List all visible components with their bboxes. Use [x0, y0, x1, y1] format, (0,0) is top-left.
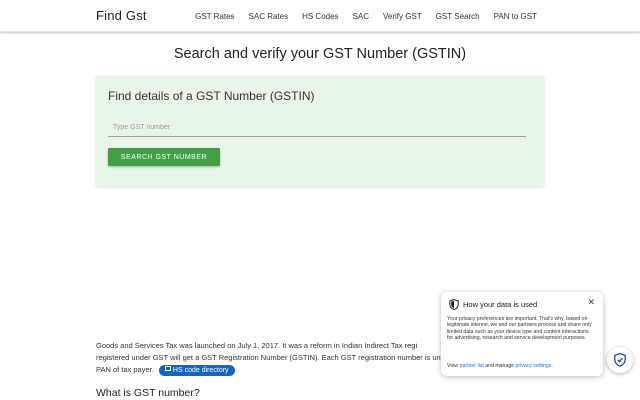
links-suffix: .: [551, 363, 553, 369]
nav-links: GST Rates SAC Rates HS Codes SAC Verify …: [188, 0, 544, 32]
partner-list-link[interactable]: partner list: [460, 363, 484, 369]
page-title: Search and verify your GST Number (GSTIN…: [173, 46, 467, 62]
intro-line-3: PAN of tax payer.: [96, 365, 154, 374]
site-brand[interactable]: Find Gst: [96, 8, 147, 23]
privacy-settings-link[interactable]: privacy settings: [516, 363, 552, 369]
hs-code-directory-chip[interactable]: HS code directory: [158, 364, 235, 376]
nav-link-pan-to-gst[interactable]: PAN to GST: [487, 12, 544, 21]
links-middle: and manage: [483, 363, 516, 369]
nav-link-gst-rates[interactable]: GST Rates: [188, 12, 241, 21]
nav-link-gst-search[interactable]: GST Search: [429, 12, 487, 21]
section-heading: What is GST number?: [96, 387, 200, 399]
privacy-links: View partner list and manage privacy set…: [447, 363, 553, 369]
privacy-popup: How your data is used ✕ Your privacy pre…: [441, 292, 603, 376]
nav-link-hs-codes[interactable]: HS Codes: [295, 12, 345, 21]
intro-line-1: Goods and Services Tax was launched on J…: [96, 341, 418, 350]
table-icon: [164, 366, 171, 372]
gst-number-input[interactable]: [108, 119, 526, 137]
links-prefix: View: [447, 363, 460, 369]
card-title: Find details of a GST Number (GSTIN): [108, 89, 315, 103]
close-icon[interactable]: ✕: [587, 297, 595, 307]
nav-link-verify-gst[interactable]: Verify GST: [376, 12, 429, 21]
gst-search-card: Find details of a GST Number (GSTIN) SEA…: [96, 76, 544, 186]
privacy-title: How your data is used: [463, 300, 538, 309]
privacy-text: Your privacy preferences are important. …: [447, 316, 592, 341]
chip-label: HS code directory: [172, 366, 229, 374]
shield-check-icon: [614, 353, 626, 367]
nav-link-sac[interactable]: SAC: [346, 12, 376, 21]
top-navbar: Find Gst GST Rates SAC Rates HS Codes SA…: [0, 0, 640, 32]
intro-line-2: registered under GST will get a GST Regi…: [96, 353, 441, 362]
nav-link-sac-rates[interactable]: SAC Rates: [242, 12, 296, 21]
privacy-badge-button[interactable]: [607, 347, 633, 373]
shield-icon: [449, 299, 459, 310]
search-gst-number-button[interactable]: SEARCH GST NUMBER: [108, 148, 220, 166]
